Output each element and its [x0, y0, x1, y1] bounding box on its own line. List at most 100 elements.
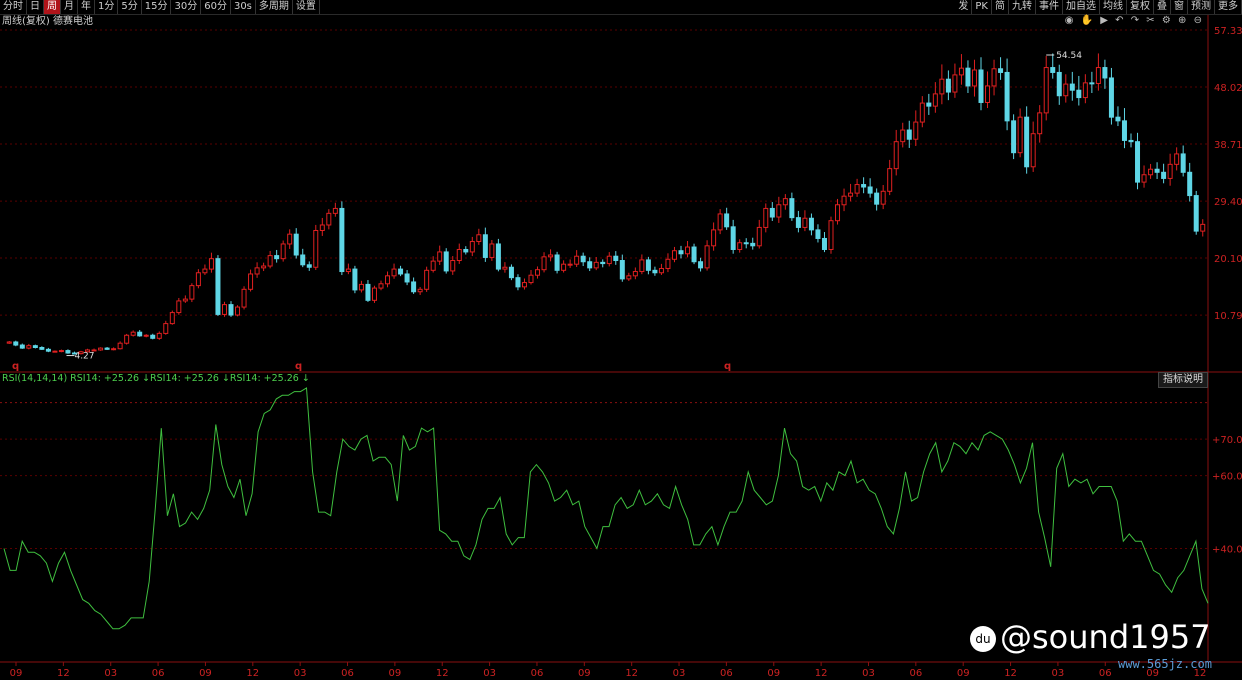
candle-body: [58, 350, 64, 353]
candle-body: [195, 272, 201, 287]
candle-body: [137, 331, 143, 337]
time-tick-label: 06: [1099, 668, 1112, 679]
candle-body: [32, 345, 38, 348]
candle-body: [293, 233, 299, 256]
candle-body: [378, 283, 384, 289]
min-price-label: 4.27: [74, 352, 94, 362]
candle-body: [1148, 168, 1154, 176]
candle-body: [593, 261, 599, 269]
candle-body: [124, 334, 130, 344]
candle-body: [26, 345, 32, 349]
candle-body: [391, 268, 397, 277]
time-tick-label: 12: [246, 668, 259, 679]
candle-body: [743, 242, 749, 245]
candle-body: [463, 248, 469, 253]
candle-body: [411, 281, 417, 293]
candle-body: [1017, 116, 1023, 154]
candle-body: [1011, 120, 1017, 154]
candle-body: [750, 242, 756, 247]
candle-body: [521, 282, 527, 288]
candle-body: [313, 229, 319, 268]
price-tick-label: 20.10: [1214, 254, 1242, 265]
candle-body: [267, 255, 273, 267]
time-tick-label: 09: [389, 668, 402, 679]
candle-body: [1200, 223, 1206, 232]
candle-body: [1154, 168, 1160, 173]
candle-body: [645, 259, 651, 271]
chart-canvas[interactable]: 57.33 48.02 38.71 29.40 20.10 10.79 54.54 4.27 q…: [0, 0, 1242, 680]
candle-body: [300, 254, 306, 266]
candle-body: [443, 251, 449, 272]
candle-body: [430, 260, 436, 271]
candle-body: [861, 184, 867, 188]
candle-body: [737, 242, 743, 250]
indicator-help-button[interactable]: 指标说明: [1158, 372, 1208, 388]
candle-body: [795, 217, 801, 228]
time-tick-label: 09: [10, 668, 23, 679]
candle-body: [1193, 195, 1199, 232]
max-price-label: 54.54: [1056, 51, 1082, 61]
candle-body: [958, 67, 964, 76]
candle-body: [541, 256, 547, 271]
candle-body: [1043, 67, 1049, 114]
candle-body: [65, 350, 71, 354]
candle-body: [352, 268, 358, 291]
candle-body: [945, 78, 951, 93]
candle-body: [1030, 133, 1036, 168]
candle-body: [678, 250, 684, 255]
candle-body: [1089, 82, 1095, 85]
candle-body: [39, 346, 45, 350]
candle-body: [1063, 83, 1069, 97]
candle-body: [1174, 153, 1180, 165]
candle-body: [495, 243, 501, 270]
candle-body: [1004, 71, 1010, 122]
rsi-legend: RSI(14,14,14) RSI14: +25.26 ↓RSI14: +25.…: [2, 373, 310, 384]
candle-body: [652, 269, 658, 274]
q-marker: q: [724, 361, 731, 372]
time-tick-label: 06: [152, 668, 165, 679]
candle-body: [880, 190, 886, 205]
candle-body: [613, 255, 619, 262]
q-marker: q: [12, 361, 19, 372]
candle-body: [808, 217, 814, 231]
candle-body: [971, 69, 977, 87]
candle-body: [893, 141, 899, 170]
candle-body: [1180, 153, 1186, 173]
candle-body: [632, 271, 638, 277]
candle-body: [143, 334, 149, 337]
candle-body: [561, 263, 567, 271]
time-tick-label: 03: [862, 668, 875, 679]
candle-body: [574, 255, 580, 265]
candle-body: [782, 198, 788, 206]
candle-body: [261, 265, 267, 269]
candle-body: [619, 260, 625, 280]
candle-body: [1135, 141, 1141, 183]
time-tick-label: 09: [578, 668, 591, 679]
candle-body: [163, 323, 169, 334]
candle-body: [821, 237, 827, 250]
candle-body: [932, 93, 938, 107]
candle-body: [1167, 163, 1173, 179]
candle-body: [437, 251, 443, 262]
candle-body: [202, 268, 208, 274]
candle-body: [704, 245, 710, 269]
candle-body: [254, 267, 260, 275]
candle-body: [326, 212, 332, 226]
candle-body: [1037, 112, 1043, 135]
candle-body: [456, 248, 462, 262]
candle-body: [1187, 171, 1193, 197]
watermark: du @sound1957: [970, 618, 1211, 656]
candle-body: [6, 341, 12, 344]
candle-body: [287, 233, 293, 245]
candle-body: [835, 204, 841, 222]
candle-body: [248, 273, 254, 290]
rsi-tick-label: +60.00: [1212, 472, 1242, 483]
candle-body: [1102, 67, 1108, 79]
candle-body: [1115, 116, 1121, 122]
candle-body: [398, 268, 404, 275]
candle-body: [600, 261, 606, 265]
candle-body: [717, 213, 723, 231]
candle-body: [789, 198, 795, 219]
candle-body: [535, 269, 541, 276]
candle-body: [1056, 71, 1062, 97]
